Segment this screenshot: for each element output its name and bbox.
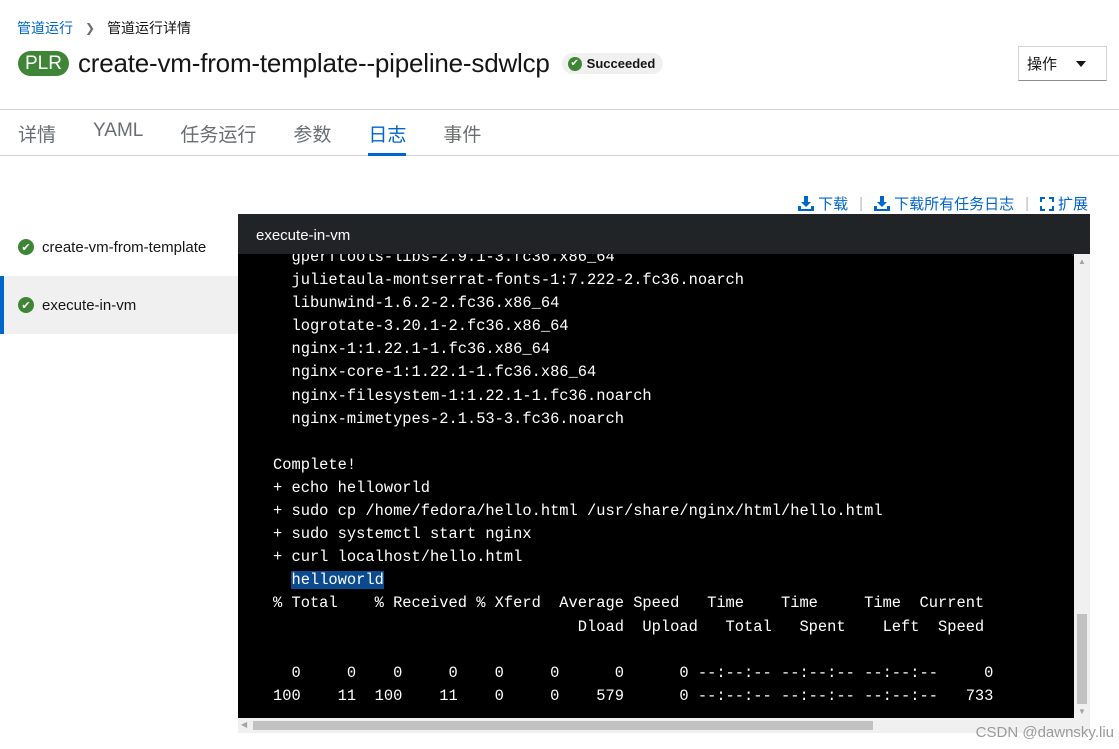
breadcrumb-link-pipeline-runs[interactable]: 管道运行	[17, 18, 73, 38]
log-line: logrotate-3.20.1-2.fc36.x86_64	[273, 317, 569, 336]
download-button[interactable]: 下载	[798, 193, 848, 214]
breadcrumb: 管道运行 ❯ 管道运行详情	[17, 18, 191, 38]
log-line: Dload Upload Total Spent Left Speed	[273, 617, 985, 636]
tab-1[interactable]: YAML	[93, 110, 143, 155]
task-label: execute-in-vm	[42, 296, 137, 314]
log-line: nginx-1:1.22.1-1.fc36.x86_64	[273, 340, 551, 359]
expand-icon	[1039, 196, 1054, 211]
log-line: 100 11 100 11 0 0 579 0 --:--:-- --:--:-…	[273, 686, 994, 705]
separator: |	[1025, 195, 1029, 212]
check-circle-icon: ✔	[567, 56, 582, 71]
log-line: 0 0 0 0 0 0 0 0 --:--:-- --:--:-- --:--:…	[273, 663, 994, 682]
log-line: nginx-core-1:1.22.1-1.fc36.x86_64	[273, 363, 597, 382]
log-line: + curl localhost/hello.html	[273, 548, 523, 567]
log-line: Complete!	[273, 455, 357, 474]
log-line: julietaula-montserrat-fonts-1:7.222-2.fc…	[273, 271, 745, 290]
tab-bar: 详情 YAML 任务运行 参数 日志 事件	[0, 110, 1119, 156]
horizontal-scrollbar[interactable]: ◀	[238, 718, 1090, 733]
log-line: helloworld	[273, 569, 1074, 592]
log-line: % Total % Received % Xferd Average Speed…	[273, 594, 985, 613]
log-line: nginx-mimetypes-2.1.53-3.fc36.noarch	[273, 409, 624, 428]
log-line: libunwind-1.6.2-2.fc36.x86_64	[273, 294, 560, 313]
log-line: + sudo cp /home/fedora/hello.html /usr/s…	[273, 502, 883, 521]
task-label: create-vm-from-template	[42, 238, 207, 256]
log-line: nginx-filesystem-1:1.22.1-1.fc36.noarch	[273, 386, 652, 405]
download-all-label: 下载所有任务日志	[894, 196, 1015, 213]
download-icon	[798, 196, 815, 211]
task-item[interactable]: ✔ execute-in-vm	[0, 276, 238, 334]
log-line: + sudo systemctl start nginx	[273, 525, 532, 544]
scroll-up-icon[interactable]: ▲	[1078, 257, 1086, 266]
log-line: + echo helloworld	[273, 478, 431, 497]
breadcrumb-current: 管道运行详情	[107, 20, 192, 36]
log-toolbar: 下载 | 下载所有任务日志 | 扩展	[798, 193, 1088, 214]
download-icon	[874, 196, 891, 211]
actions-dropdown[interactable]: 操作	[1018, 46, 1107, 81]
status-badge: ✔ Succeeded	[561, 53, 664, 74]
tab-3[interactable]: 参数	[293, 110, 331, 155]
task-list: ✔ create-vm-from-template ✔ execute-in-vm	[0, 218, 238, 334]
page-title: create-vm-from-template--pipeline-sdwlcp	[77, 48, 550, 78]
status-label: Succeeded	[586, 56, 656, 71]
task-item[interactable]: ✔ create-vm-from-template	[0, 218, 238, 276]
selected-text: helloworld	[291, 571, 384, 590]
expand-label: 扩展	[1057, 196, 1088, 213]
download-all-button[interactable]: 下载所有任务日志	[874, 193, 1014, 214]
page-header: PLR create-vm-from-template--pipeline-sd…	[18, 48, 664, 79]
expand-button[interactable]: 扩展	[1039, 193, 1088, 214]
log-content: gperftools-libs-2.9.1-3.fc36.x86_64 juli…	[238, 254, 1074, 718]
separator: |	[859, 195, 864, 212]
download-label: 下载	[818, 196, 849, 213]
check-circle-icon: ✔	[18, 297, 34, 313]
scrollbar-thumb[interactable]	[253, 721, 873, 730]
vertical-scrollbar[interactable]: ▲ ▼	[1074, 254, 1090, 718]
tab-0[interactable]: 详情	[18, 110, 56, 155]
log-viewer: execute-in-vm gperftools-libs-2.9.1-3.fc…	[238, 214, 1090, 733]
chevron-right-icon: ❯	[85, 21, 96, 35]
actions-label: 操作	[1027, 56, 1058, 73]
tab-4[interactable]: 日志	[368, 110, 407, 156]
caret-down-icon	[1076, 60, 1086, 67]
check-circle-icon: ✔	[18, 239, 34, 255]
resource-badge: PLR	[18, 51, 69, 76]
scroll-left-icon[interactable]: ◀	[241, 720, 247, 729]
tab-5[interactable]: 事件	[443, 110, 481, 155]
scrollbar-thumb[interactable]	[1077, 614, 1087, 704]
tab-2[interactable]: 任务运行	[180, 110, 256, 155]
watermark: CSDN @dawnsky.liu	[975, 724, 1114, 741]
scroll-down-icon[interactable]: ▼	[1078, 707, 1086, 716]
log-line: gperftools-libs-2.9.1-3.fc36.x86_64	[273, 254, 615, 266]
log-title: execute-in-vm	[238, 214, 1090, 254]
